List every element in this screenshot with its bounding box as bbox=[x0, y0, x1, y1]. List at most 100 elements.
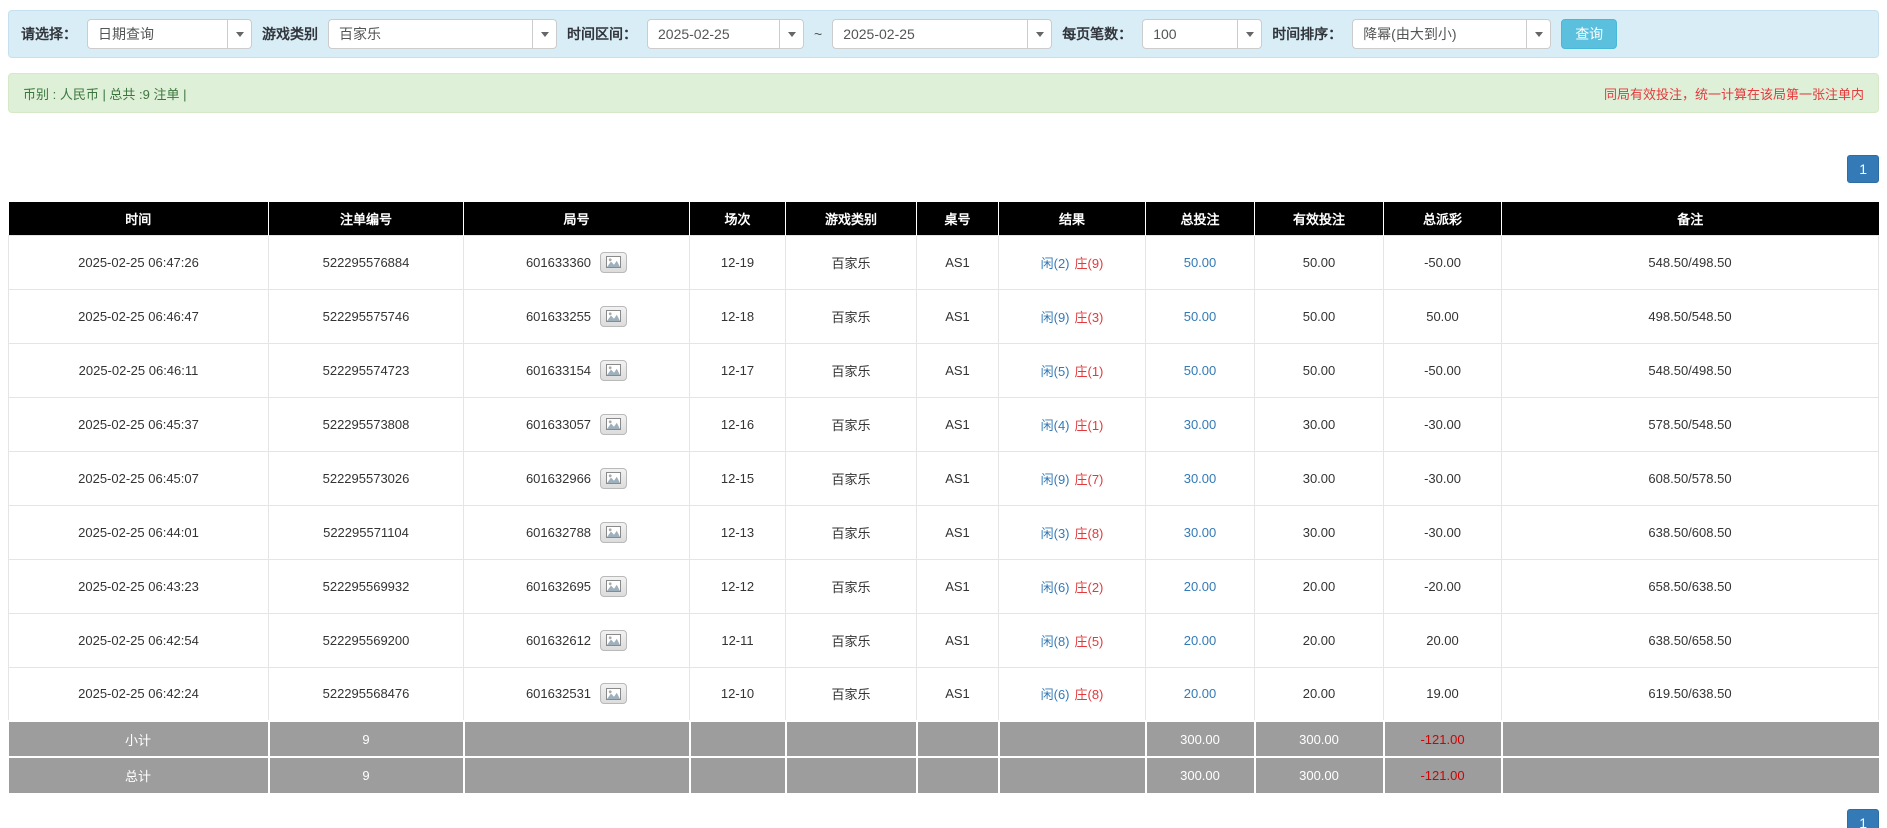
subtotal-total-bet: 300.00 bbox=[1146, 721, 1255, 757]
total-count: 9 bbox=[269, 757, 464, 793]
cell-bet-id: 522295574723 bbox=[269, 343, 464, 397]
table-row: 2025-02-25 06:43:23 522295569932 6016326… bbox=[9, 559, 1879, 613]
cell-bet-id: 522295573808 bbox=[269, 397, 464, 451]
bet-records-table: 时间 注单编号 局号 场次 游戏类别 桌号 结果 总投注 有效投注 总派彩 备注… bbox=[8, 202, 1879, 793]
cell-game: 百家乐 bbox=[786, 343, 917, 397]
cell-time: 2025-02-25 06:44:01 bbox=[9, 505, 269, 559]
chevron-down-icon bbox=[779, 20, 803, 48]
date-to-picker[interactable]: 2025-02-25 bbox=[832, 19, 1052, 49]
cell-game: 百家乐 bbox=[786, 397, 917, 451]
summary-bar: 币别 : 人民币 | 总共 :9 注单 | 同局有效投注，统一计算在该局第一张注… bbox=[8, 73, 1879, 113]
cell-bet-id: 522295569932 bbox=[269, 559, 464, 613]
result-banker: 庄(5) bbox=[1075, 634, 1104, 649]
query-type-value: 日期查询 bbox=[88, 24, 164, 44]
cell-total-bet: 30.00 bbox=[1146, 505, 1255, 559]
round-preview-button[interactable] bbox=[600, 414, 627, 435]
cell-session: 12-12 bbox=[690, 559, 786, 613]
total-bet-link[interactable]: 30.00 bbox=[1184, 471, 1217, 486]
total-bet-link[interactable]: 20.00 bbox=[1184, 686, 1217, 701]
table-row: 2025-02-25 06:45:07 522295573026 6016329… bbox=[9, 451, 1879, 505]
round-preview-button[interactable] bbox=[600, 306, 627, 327]
result-player: 闲(5) bbox=[1041, 364, 1070, 379]
game-category-select[interactable]: 百家乐 bbox=[328, 19, 557, 49]
cell-total-bet: 30.00 bbox=[1146, 397, 1255, 451]
total-label: 总计 bbox=[9, 757, 269, 793]
round-preview-button[interactable] bbox=[600, 576, 627, 597]
cell-result: 闲(8)庄(5) bbox=[999, 613, 1146, 667]
cell-game: 百家乐 bbox=[786, 667, 917, 721]
cell-game: 百家乐 bbox=[786, 289, 917, 343]
image-icon bbox=[606, 310, 621, 322]
game-category-label: 游戏类别 bbox=[262, 24, 318, 44]
page-button-1[interactable]: 1 bbox=[1847, 809, 1879, 828]
total-bet-link[interactable]: 30.00 bbox=[1184, 525, 1217, 540]
total-bet-link[interactable]: 50.00 bbox=[1184, 309, 1217, 324]
cell-payout: 19.00 bbox=[1384, 667, 1502, 721]
total-bet-link[interactable]: 50.00 bbox=[1184, 255, 1217, 270]
result-banker: 庄(2) bbox=[1075, 580, 1104, 595]
total-bet-link[interactable]: 30.00 bbox=[1184, 417, 1217, 432]
cell-valid-bet: 50.00 bbox=[1255, 289, 1384, 343]
date-from-picker[interactable]: 2025-02-25 bbox=[647, 19, 804, 49]
total-bet-link[interactable]: 20.00 bbox=[1184, 579, 1217, 594]
total-total-bet: 300.00 bbox=[1146, 757, 1255, 793]
cell-payout: 20.00 bbox=[1384, 613, 1502, 667]
cell-remark: 548.50/498.50 bbox=[1502, 235, 1879, 289]
filter-bar: 请选择： 日期查询 游戏类别 百家乐 时间区间： 2025-02-25 ~ 20… bbox=[8, 10, 1879, 58]
round-number: 601632695 bbox=[526, 579, 591, 594]
table-row: 2025-02-25 06:42:24 522295568476 6016325… bbox=[9, 667, 1879, 721]
total-valid-bet: 300.00 bbox=[1255, 757, 1384, 793]
result-player: 闲(6) bbox=[1041, 687, 1070, 702]
cell-result: 闲(6) 庄(2) bbox=[999, 559, 1146, 613]
cell-bet-id: 522295568476 bbox=[269, 667, 464, 721]
cell-session: 12-15 bbox=[690, 451, 786, 505]
valid-bet-notice: 同局有效投注，统一计算在该局第一张注单内 bbox=[1604, 84, 1864, 103]
select-label: 请选择： bbox=[21, 24, 77, 44]
round-preview-button[interactable] bbox=[600, 522, 627, 543]
page-size-select[interactable]: 100 bbox=[1142, 19, 1262, 49]
total-bet-link[interactable]: 20.00 bbox=[1184, 633, 1217, 648]
image-icon bbox=[606, 526, 621, 538]
cell-result: 闲(9)庄(7) bbox=[999, 451, 1146, 505]
search-button[interactable]: 查询 bbox=[1561, 19, 1617, 49]
empty-cell bbox=[999, 757, 1146, 793]
empty-cell bbox=[786, 721, 917, 757]
sort-order-select[interactable]: 降幂(由大到小) bbox=[1352, 19, 1551, 49]
round-preview-button[interactable] bbox=[600, 630, 627, 651]
round-number: 601633057 bbox=[526, 417, 591, 432]
table-row: 2025-02-25 06:47:26 522295576884 6016333… bbox=[9, 235, 1879, 289]
page-button-1[interactable]: 1 bbox=[1847, 155, 1879, 183]
cell-round: 601632531 bbox=[464, 667, 690, 721]
cell-session: 12-11 bbox=[690, 613, 786, 667]
cell-remark: 658.50/638.50 bbox=[1502, 559, 1879, 613]
chevron-down-icon bbox=[532, 20, 556, 48]
page-size-value: 100 bbox=[1143, 26, 1186, 42]
cell-valid-bet: 30.00 bbox=[1255, 451, 1384, 505]
empty-cell bbox=[464, 757, 690, 793]
cell-session: 12-19 bbox=[690, 235, 786, 289]
time-range-label: 时间区间： bbox=[567, 24, 637, 44]
table-row: 2025-02-25 06:42:54 522295569200 6016326… bbox=[9, 613, 1879, 667]
cell-time: 2025-02-25 06:43:23 bbox=[9, 559, 269, 613]
round-preview-button[interactable] bbox=[600, 683, 627, 704]
round-preview-button[interactable] bbox=[600, 468, 627, 489]
round-preview-button[interactable] bbox=[600, 360, 627, 381]
total-bet-link[interactable]: 50.00 bbox=[1184, 363, 1217, 378]
subtotal-valid-bet: 300.00 bbox=[1255, 721, 1384, 757]
cell-valid-bet: 20.00 bbox=[1255, 667, 1384, 721]
cell-remark: 619.50/638.50 bbox=[1502, 667, 1879, 721]
round-preview-button[interactable] bbox=[600, 252, 627, 273]
sort-label: 时间排序： bbox=[1272, 24, 1342, 44]
currency-total-text: 币别 : 人民币 | 总共 :9 注单 | bbox=[23, 84, 187, 103]
cell-total-bet: 30.00 bbox=[1146, 451, 1255, 505]
empty-cell bbox=[690, 757, 786, 793]
image-icon bbox=[606, 364, 621, 376]
cell-valid-bet: 30.00 bbox=[1255, 397, 1384, 451]
cell-payout: -30.00 bbox=[1384, 451, 1502, 505]
round-number: 601632531 bbox=[526, 686, 591, 701]
query-type-select[interactable]: 日期查询 bbox=[87, 19, 252, 49]
result-player: 闲(6) bbox=[1041, 580, 1070, 595]
result-banker: 庄(1) bbox=[1075, 418, 1104, 433]
chevron-down-icon bbox=[227, 20, 251, 48]
cell-session: 12-10 bbox=[690, 667, 786, 721]
